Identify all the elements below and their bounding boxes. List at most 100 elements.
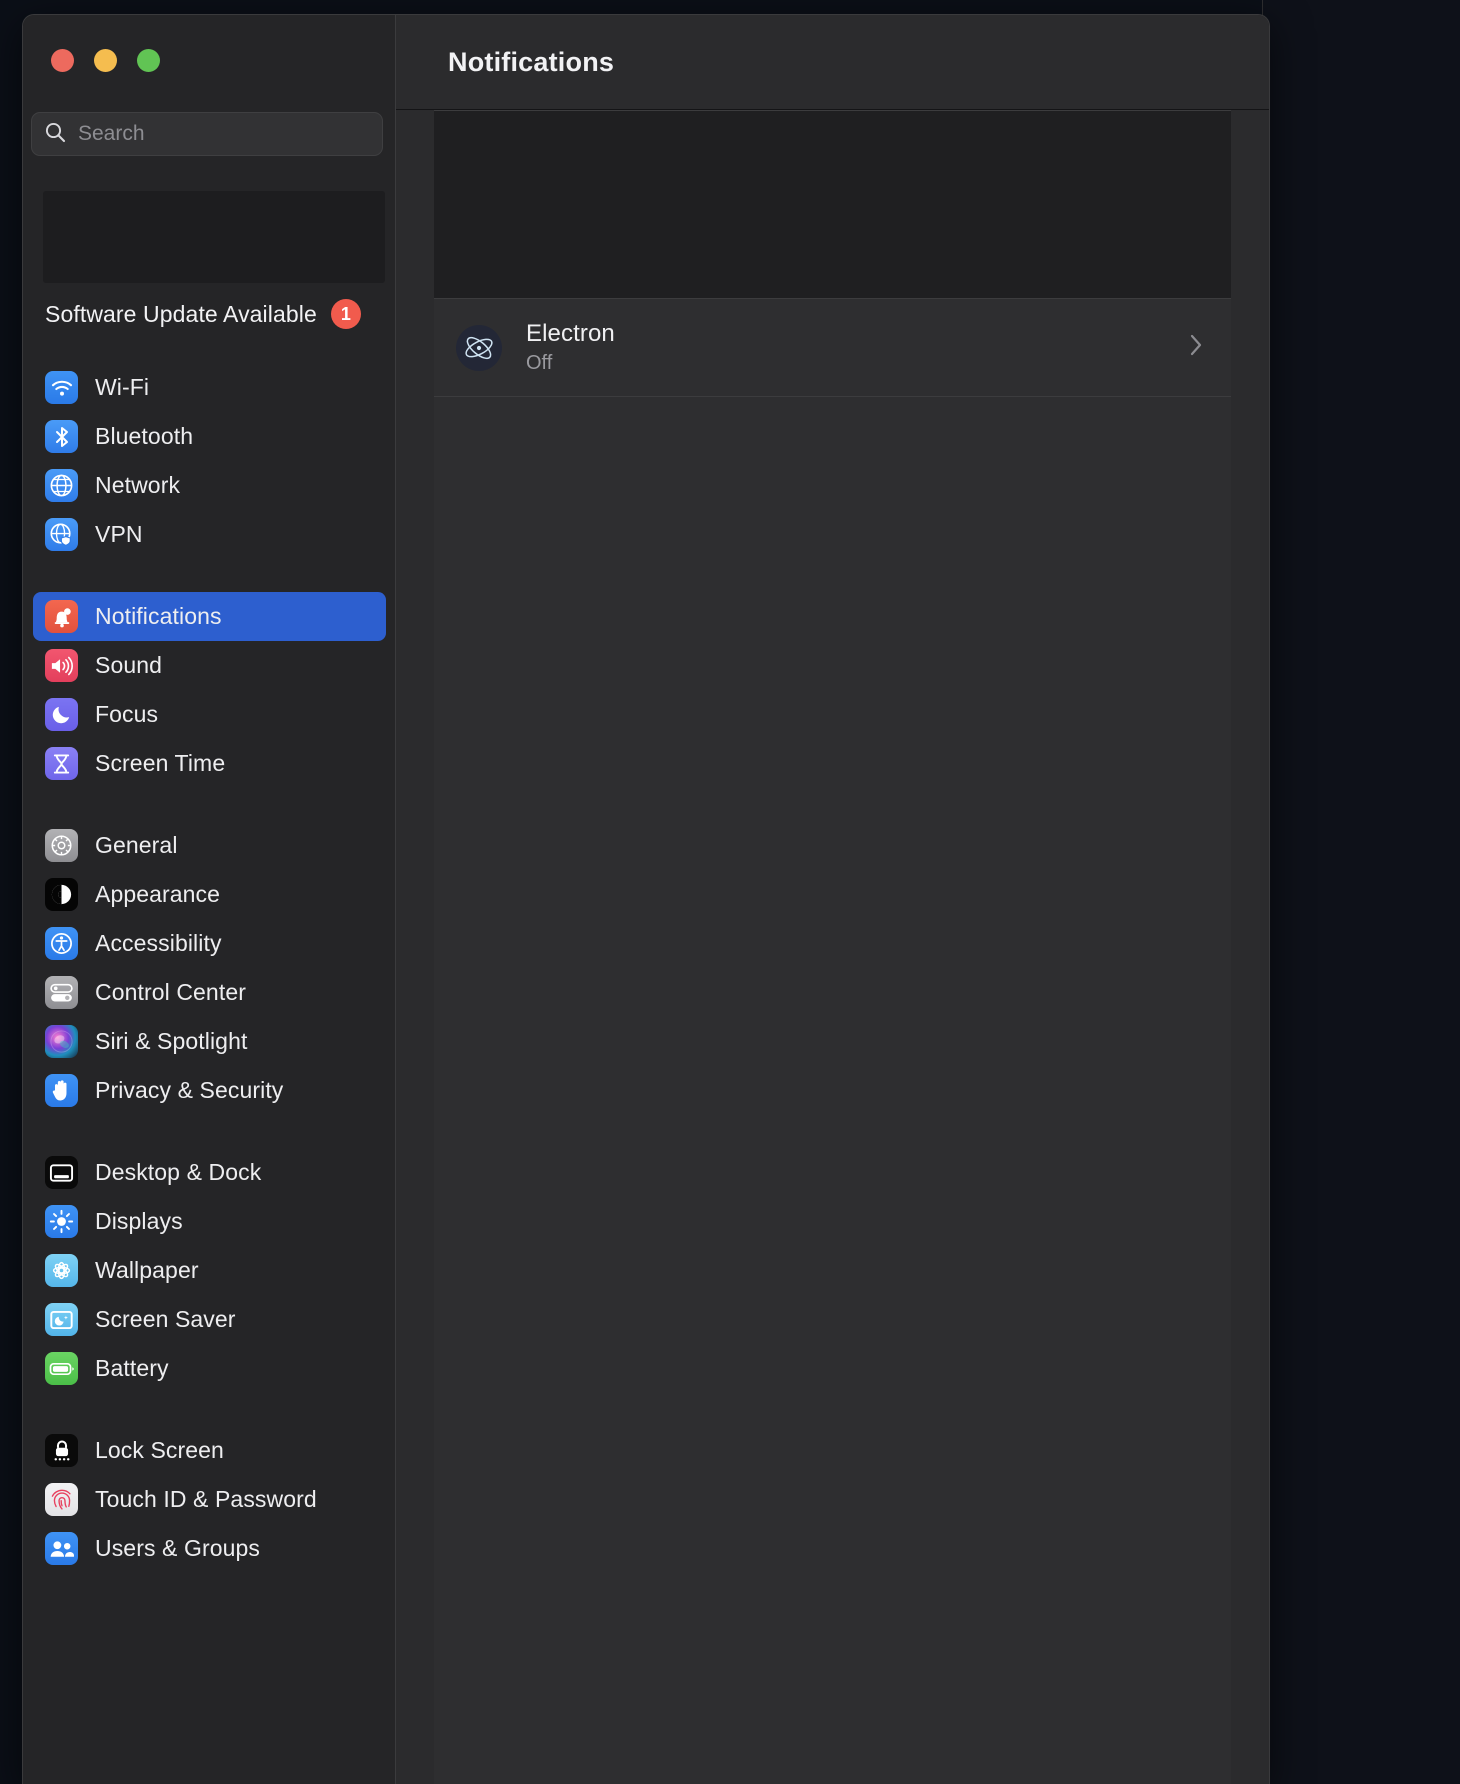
sidebar-item-label: Accessibility: [95, 930, 222, 956]
siri-orb-icon: [45, 1025, 78, 1058]
sidebar-item-label: Privacy & Security: [95, 1077, 284, 1103]
sidebar-item-desktop-dock[interactable]: Desktop & Dock: [33, 1148, 386, 1197]
sidebar-item-general[interactable]: General: [33, 821, 386, 870]
sidebar-item-privacy-security[interactable]: Privacy & Security: [33, 1066, 386, 1115]
sidebar-item-label: Battery: [95, 1355, 169, 1381]
flower-icon: [45, 1254, 78, 1287]
moon-icon: [45, 698, 78, 731]
sidebar-item-label: Screen Saver: [95, 1306, 236, 1332]
maximize-button[interactable]: [137, 49, 160, 72]
globe-shield-icon: [45, 518, 78, 551]
sidebar-item-siri-spotlight[interactable]: Siri & Spotlight: [33, 1017, 386, 1066]
screen-saver-icon: [45, 1303, 78, 1336]
nav-group-separator: [23, 559, 395, 592]
sidebar-item-bluetooth[interactable]: Bluetooth: [33, 412, 386, 461]
software-update-row[interactable]: Software Update Available 1: [45, 299, 385, 329]
sidebar-item-control-center[interactable]: Control Center: [33, 968, 386, 1017]
sidebar-nav: Wi-Fi Bluetooth Network VPN Notifications Sou…: [23, 363, 395, 1573]
main-body: Electron Off: [396, 110, 1269, 1784]
chevron-right-icon[interactable]: [1189, 333, 1203, 362]
contrast-circle-icon: [45, 878, 78, 911]
gear-icon: [45, 829, 78, 862]
page-title: Notifications: [448, 46, 615, 77]
sidebar-item-touch-id-password[interactable]: Touch ID & Password: [33, 1475, 386, 1524]
system-settings-window: Software Update Available 1 Wi-Fi Bluetoo…: [22, 14, 1270, 1784]
sidebar-item-screen-time[interactable]: Screen Time: [33, 739, 386, 788]
sidebar-item-label: Notifications: [95, 603, 222, 629]
sidebar-item-users-groups[interactable]: Users & Groups: [33, 1524, 386, 1573]
bell-icon: [45, 600, 78, 633]
sidebar: Software Update Available 1 Wi-Fi Bluetoo…: [23, 15, 396, 1784]
sidebar-item-label: VPN: [95, 521, 143, 547]
nav-group: Desktop & Dock Displays Wallpaper Screen Sa…: [23, 1148, 395, 1393]
nav-group-separator: [23, 1393, 395, 1426]
sidebar-item-battery[interactable]: Battery: [33, 1344, 386, 1393]
sidebar-item-label: Desktop & Dock: [95, 1159, 262, 1185]
sidebar-item-label: General: [95, 832, 178, 858]
sidebar-item-label: Wallpaper: [95, 1257, 199, 1283]
sidebar-item-label: Siri & Spotlight: [95, 1028, 248, 1054]
sidebar-item-label: Touch ID & Password: [95, 1486, 317, 1512]
hourglass-icon: [45, 747, 78, 780]
app-status: Off: [526, 352, 553, 374]
sidebar-item-label: Control Center: [95, 979, 246, 1005]
sidebar-item-label: Users & Groups: [95, 1535, 261, 1561]
sidebar-item-label: Displays: [95, 1208, 183, 1234]
settings-panel-bottom: [434, 396, 1231, 1784]
lock-icon: [45, 1434, 78, 1467]
hand-icon: [45, 1074, 78, 1107]
sidebar-item-label: Screen Time: [95, 750, 226, 776]
sidebar-item-label: Network: [95, 472, 181, 498]
content-column: Electron Off: [434, 110, 1231, 1784]
background-webpage: n a: [1262, 0, 1460, 1784]
globe-icon: [45, 469, 78, 502]
nav-group-separator: [23, 1115, 395, 1148]
sidebar-item-appearance[interactable]: Appearance: [33, 870, 386, 919]
search-input[interactable]: [78, 122, 358, 146]
wifi-icon: [45, 371, 78, 404]
search-icon: [44, 121, 66, 148]
search-field[interactable]: [31, 112, 383, 156]
nav-group: Notifications Sound Focus Screen Time: [23, 592, 395, 788]
sidebar-item-sound[interactable]: Sound: [33, 641, 386, 690]
battery-icon: [45, 1352, 78, 1385]
sidebar-item-label: Focus: [95, 701, 159, 727]
nav-group: Lock Screen Touch ID & Password Users & Gr…: [23, 1426, 395, 1573]
app-notification-row[interactable]: Electron Off: [434, 298, 1231, 396]
software-update-label: Software Update Available: [45, 300, 317, 327]
sidebar-item-wi-fi[interactable]: Wi-Fi: [33, 363, 386, 412]
main-header: Notifications: [396, 15, 1269, 110]
bluetooth-icon: [45, 420, 78, 453]
sidebar-item-vpn[interactable]: VPN: [33, 510, 386, 559]
status-badge: 1: [330, 299, 361, 329]
nav-group: General Appearance Accessibility Control Ce…: [23, 821, 395, 1115]
close-button[interactable]: [51, 49, 74, 72]
sidebar-item-lock-screen[interactable]: Lock Screen: [33, 1426, 386, 1475]
sidebar-item-notifications[interactable]: Notifications: [33, 592, 386, 641]
speaker-icon: [45, 649, 78, 682]
nav-group: Wi-Fi Bluetooth Network VPN: [23, 363, 395, 559]
sidebar-item-label: Wi-Fi: [95, 374, 150, 400]
desktop-background: n a Software Update Av: [0, 0, 1460, 1784]
users-icon: [45, 1532, 78, 1565]
sidebar-item-label: Bluetooth: [95, 423, 194, 449]
account-avatar-block[interactable]: [43, 191, 385, 283]
sliders-icon: [45, 976, 78, 1009]
nav-group-separator: [23, 788, 395, 821]
fingerprint-icon: [45, 1483, 78, 1516]
main-pane: Notifications Electron Off: [396, 15, 1269, 1784]
sidebar-item-wallpaper[interactable]: Wallpaper: [33, 1246, 386, 1295]
sidebar-item-label: Lock Screen: [95, 1437, 224, 1463]
app-row-text: Electron Off: [526, 320, 1189, 375]
app-name: Electron: [526, 320, 615, 347]
sidebar-item-focus[interactable]: Focus: [33, 690, 386, 739]
sidebar-item-label: Sound: [95, 652, 163, 678]
sidebar-item-label: Appearance: [95, 881, 221, 907]
sidebar-item-displays[interactable]: Displays: [33, 1197, 386, 1246]
sidebar-item-network[interactable]: Network: [33, 461, 386, 510]
window-traffic-lights: [51, 49, 160, 72]
sidebar-item-accessibility[interactable]: Accessibility: [33, 919, 386, 968]
minimize-button[interactable]: [94, 49, 117, 72]
sidebar-item-screen-saver[interactable]: Screen Saver: [33, 1295, 386, 1344]
settings-panel-top: [434, 110, 1231, 298]
